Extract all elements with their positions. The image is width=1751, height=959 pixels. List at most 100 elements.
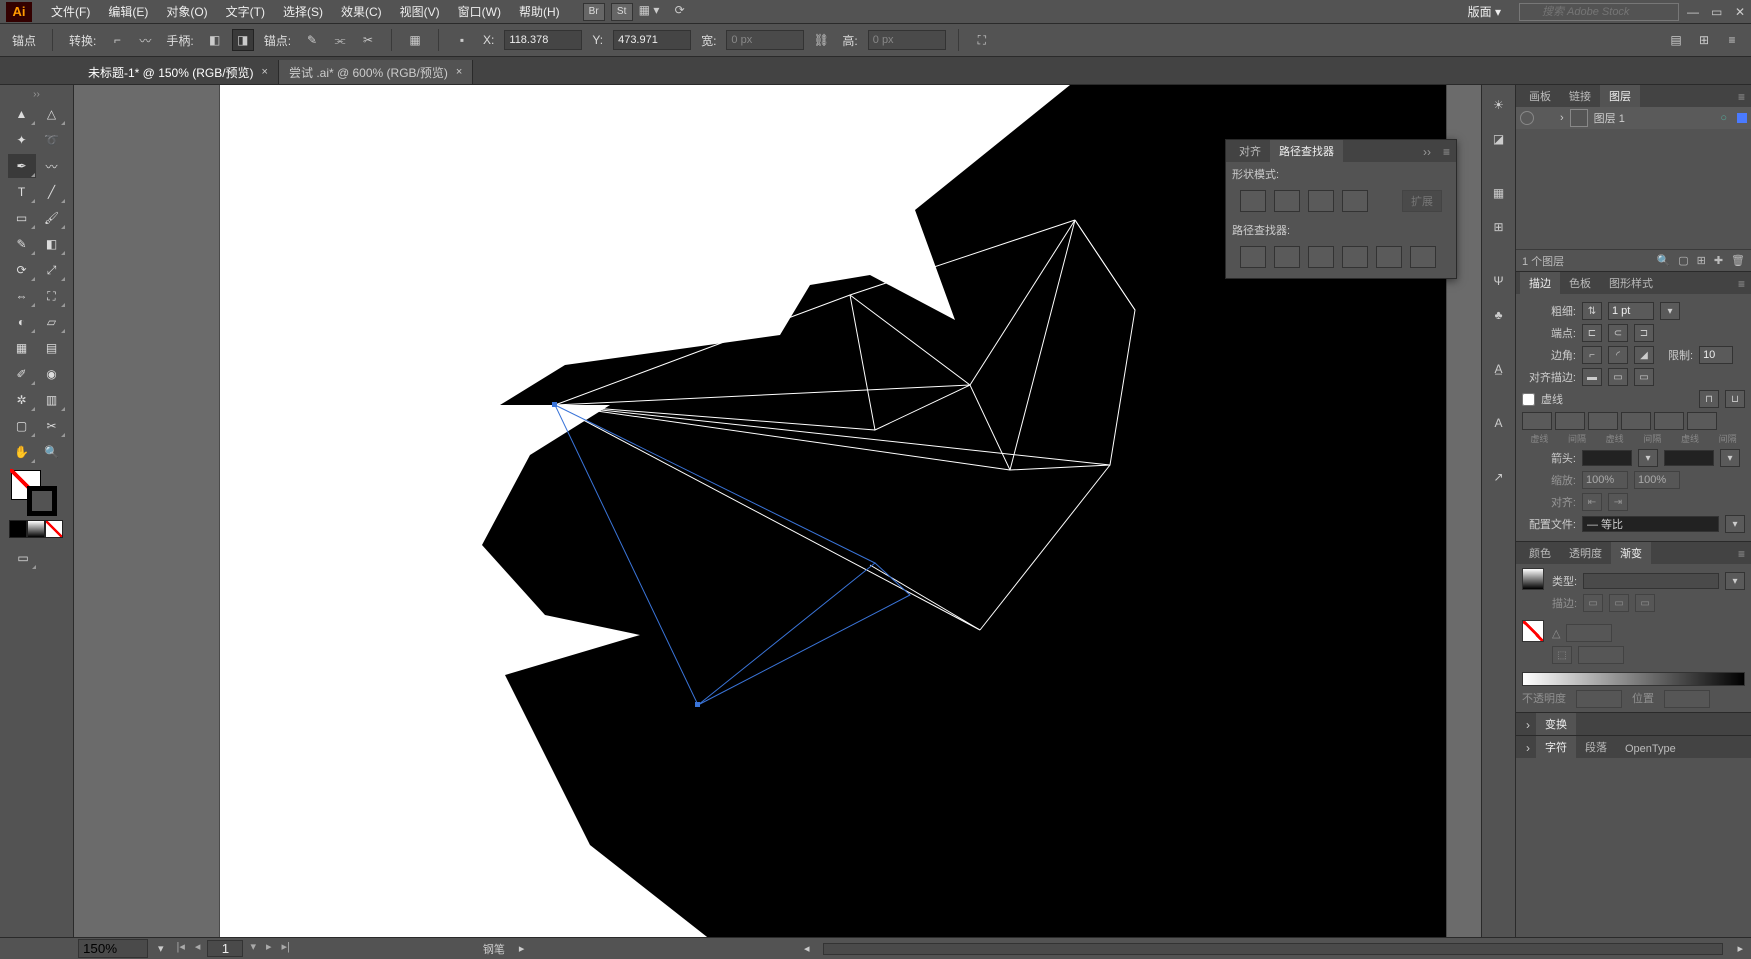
appearance-panel-icon[interactable]: A xyxy=(1487,411,1511,435)
char-tab[interactable]: 字符 xyxy=(1536,736,1576,758)
slice-tool[interactable]: ✂ xyxy=(38,414,66,438)
gradient-tab[interactable]: 渐变 xyxy=(1611,542,1651,564)
menu-file[interactable]: 文件(F) xyxy=(42,0,99,23)
links-tab[interactable]: 链接 xyxy=(1560,85,1600,107)
gradient-preview-swatch[interactable] xyxy=(1522,568,1544,590)
align-panel-icon[interactable]: ♣ xyxy=(1487,303,1511,327)
pen-tool[interactable]: ✒ xyxy=(8,154,36,178)
convert-corner-icon[interactable]: ⌐ xyxy=(106,29,128,51)
panel-menu-icon[interactable]: ≡ xyxy=(1437,142,1456,162)
align-outside-icon[interactable]: ▭ xyxy=(1634,368,1654,386)
pathfinder-floating-panel[interactable]: 对齐 路径查找器 ›› ≡ 形状模式: 扩展 路径查找器: xyxy=(1225,139,1457,279)
mesh-tool[interactable]: ▦ xyxy=(8,336,36,360)
symbol-sprayer-tool[interactable]: ✲ xyxy=(8,388,36,412)
stroke-tab[interactable]: 描边 xyxy=(1520,272,1560,294)
zoom-tool[interactable]: 🔍 xyxy=(38,440,66,464)
layer-name[interactable]: 图层 1 xyxy=(1594,110,1625,126)
remove-anchor-icon[interactable]: ✎ xyxy=(301,29,323,51)
minus-back-icon[interactable] xyxy=(1410,246,1436,268)
panel-menu-icon[interactable]: ≡ xyxy=(1732,544,1751,564)
transparency-tab[interactable]: 透明度 xyxy=(1560,542,1611,564)
gradient-mode-icon[interactable] xyxy=(27,520,45,538)
export-panel-icon[interactable]: ↗ xyxy=(1487,465,1511,489)
panel-menu-icon[interactable]: ≡ xyxy=(1732,87,1751,107)
options-menu1-icon[interactable]: ▤ xyxy=(1665,29,1687,51)
eraser-tool[interactable]: ◧ xyxy=(38,232,66,256)
close-button[interactable]: ✕ xyxy=(1727,3,1751,21)
gradient-tool[interactable]: ▤ xyxy=(38,336,66,360)
layer-row[interactable]: › 图层 1 ○ xyxy=(1516,107,1751,129)
free-transform-tool[interactable]: ⛶ xyxy=(38,284,66,308)
swatches-panel-icon[interactable]: ◪ xyxy=(1487,127,1511,151)
document-tab-1[interactable]: 未标题-1* @ 150% (RGB/预览) × xyxy=(78,60,279,84)
tab-close-icon[interactable]: × xyxy=(456,66,462,78)
para-tab[interactable]: 段落 xyxy=(1576,736,1616,758)
perspective-tool[interactable]: ▱ xyxy=(38,310,66,334)
dropdown-icon[interactable]: ▾ xyxy=(1725,515,1745,533)
menu-window[interactable]: 窗口(W) xyxy=(449,0,510,23)
artboards-tab[interactable]: 画板 xyxy=(1520,85,1560,107)
isolate-icon[interactable]: ▦ xyxy=(404,29,426,51)
handle-show-icon[interactable]: ◧ xyxy=(204,29,226,51)
expand-icon[interactable]: › xyxy=(1520,715,1536,735)
stroke-panel-icon[interactable]: Ψ xyxy=(1487,269,1511,293)
miter-limit-field[interactable] xyxy=(1699,346,1733,364)
selection-tool[interactable]: ▲ xyxy=(8,102,36,126)
transform-panel-icon[interactable]: A̲ xyxy=(1487,357,1511,381)
divide-icon[interactable] xyxy=(1240,246,1266,268)
pathfinder-tab[interactable]: 路径查找器 xyxy=(1270,140,1343,162)
arrange-docs-icon[interactable]: ▦ ▾ xyxy=(639,3,665,21)
stroke-swatch[interactable] xyxy=(27,486,57,516)
panel-collapse-icon[interactable]: ›› xyxy=(1417,142,1437,162)
color-guide-icon[interactable]: ☀ xyxy=(1487,93,1511,117)
handle-hide-icon[interactable]: ◨ xyxy=(232,29,254,51)
arrow-start-select[interactable] xyxy=(1582,450,1632,466)
new-layer-icon[interactable]: ✚ xyxy=(1714,254,1723,267)
restore-button[interactable]: ▭ xyxy=(1703,3,1727,21)
dropdown-icon[interactable]: ▾ xyxy=(1638,449,1658,467)
menu-help[interactable]: 帮助(H) xyxy=(510,0,569,23)
target-icon[interactable]: ○ xyxy=(1720,112,1727,124)
align-inside-icon[interactable]: ▭ xyxy=(1608,368,1628,386)
transform-tab[interactable]: 变换 xyxy=(1536,713,1576,735)
dropdown-icon[interactable]: ▾ xyxy=(1720,449,1740,467)
artboard-tool[interactable]: ▢ xyxy=(8,414,36,438)
locate-layer-icon[interactable]: 🔍 xyxy=(1656,254,1670,267)
lasso-tool[interactable]: ➰ xyxy=(38,128,66,152)
gpu-icon[interactable]: ⟳ xyxy=(675,3,697,21)
cap-round-icon[interactable]: ⊂ xyxy=(1608,324,1628,342)
type-tool[interactable]: T xyxy=(8,180,36,204)
width-tool[interactable]: ⇔ xyxy=(8,284,36,308)
toolbox-grip[interactable]: ›› xyxy=(3,89,70,100)
exclude-icon[interactable] xyxy=(1342,190,1368,212)
connect-anchor-icon[interactable]: ⫘ xyxy=(329,29,351,51)
layers-tab[interactable]: 图层 xyxy=(1600,85,1640,107)
document-tab-2[interactable]: 尝试 .ai* @ 600% (RGB/预览) × xyxy=(279,60,473,84)
y-field[interactable] xyxy=(613,30,691,50)
none-mode-icon[interactable] xyxy=(45,520,63,538)
panel-menu-icon[interactable]: ≡ xyxy=(1732,274,1751,294)
stroke-weight-field[interactable] xyxy=(1608,302,1654,320)
arrow-end-select[interactable] xyxy=(1664,450,1714,466)
zoom-field[interactable] xyxy=(78,939,148,958)
gradient-edit-swatch[interactable] xyxy=(1522,620,1544,642)
rotate-tool[interactable]: ⟳ xyxy=(8,258,36,282)
blend-tool[interactable]: ◉ xyxy=(38,362,66,386)
gradient-slider[interactable] xyxy=(1522,672,1745,686)
menu-object[interactable]: 对象(O) xyxy=(157,0,216,23)
cut-path-icon[interactable]: ✂ xyxy=(357,29,379,51)
stock-icon[interactable]: St xyxy=(611,3,633,21)
last-artboard-icon[interactable]: ▸| xyxy=(279,940,293,957)
visibility-toggle-icon[interactable] xyxy=(1520,111,1534,125)
minimize-button[interactable]: — xyxy=(1679,3,1703,21)
zoom-dropdown-icon[interactable]: ▾ xyxy=(158,942,164,955)
align-center-icon[interactable]: ▬ xyxy=(1582,368,1602,386)
create-sublayer-icon[interactable]: ⊞ xyxy=(1697,254,1706,267)
line-tool[interactable]: ╱ xyxy=(38,180,66,204)
dropdown-icon[interactable]: ▾ xyxy=(1725,572,1745,590)
eyedropper-tool[interactable]: ✐ xyxy=(8,362,36,386)
cap-projecting-icon[interactable]: ⊐ xyxy=(1634,324,1654,342)
color-tab[interactable]: 颜色 xyxy=(1520,542,1560,564)
corner-round-icon[interactable]: ◜ xyxy=(1608,346,1628,364)
status-dropdown-icon[interactable]: ▸ xyxy=(519,942,525,955)
